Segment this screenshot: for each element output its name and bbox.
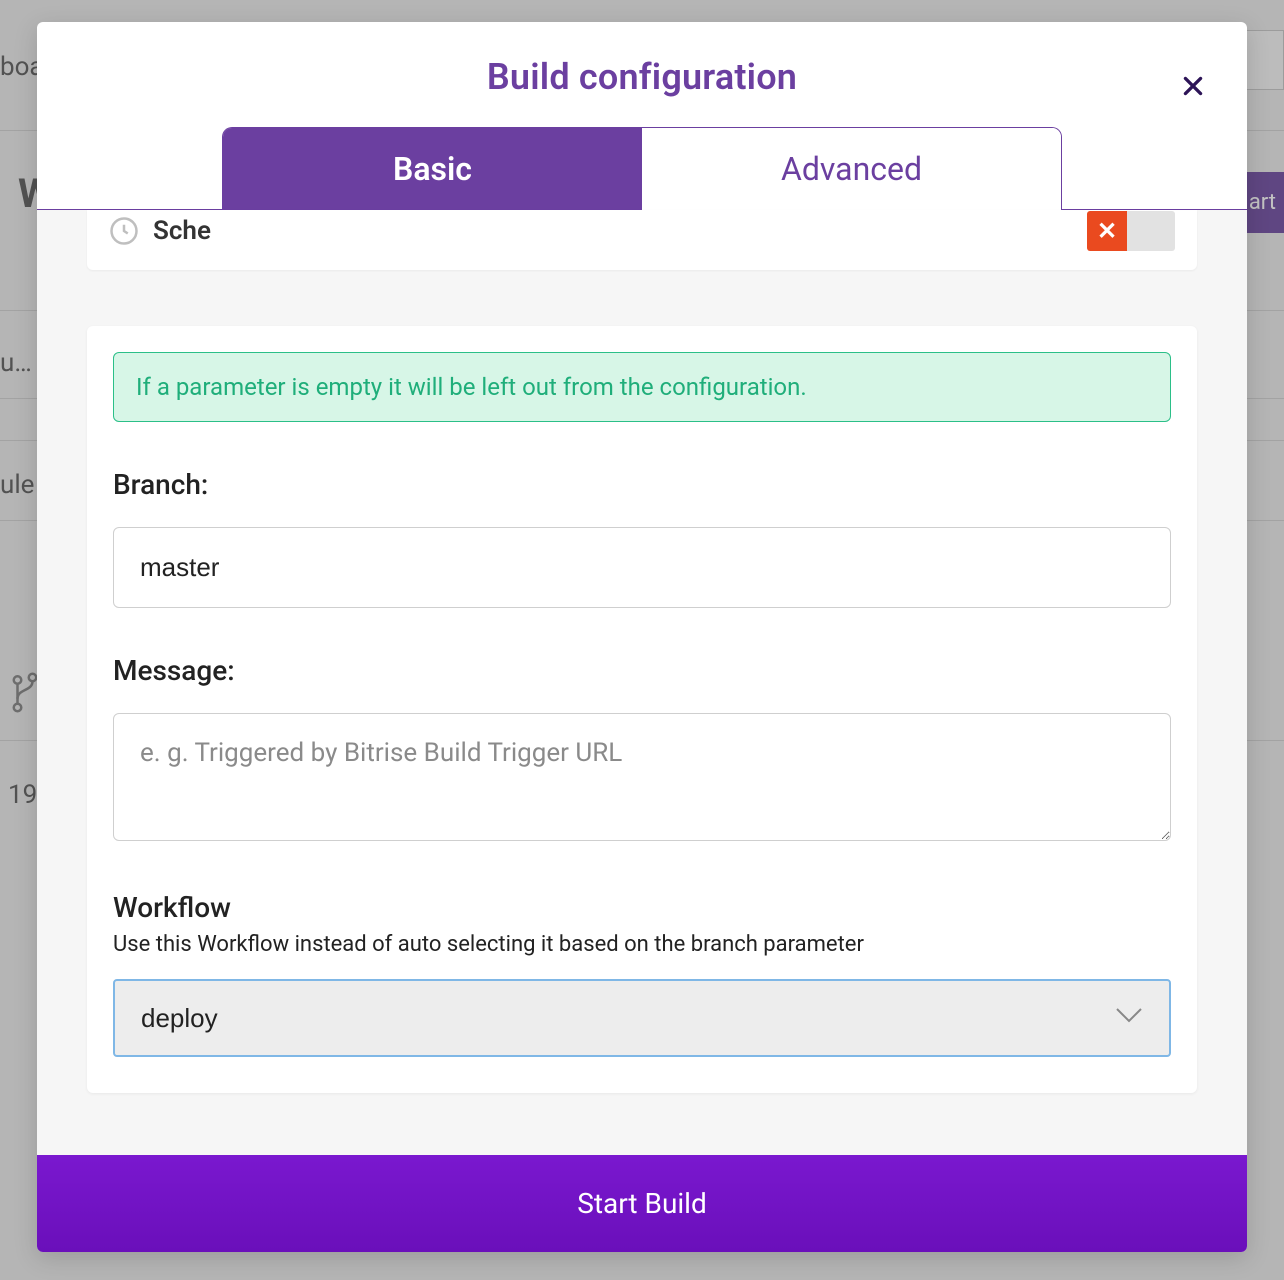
- modal-body: Sche ✕ If a parameter is empty it will b…: [37, 210, 1247, 1155]
- config-tabs: Basic Advanced: [222, 127, 1062, 210]
- toggle-track: [1127, 211, 1175, 251]
- modal-title: Build configuration: [77, 56, 1207, 98]
- message-input[interactable]: [113, 713, 1171, 841]
- workflow-label: Workflow: [113, 891, 1171, 924]
- modal-header: Build configuration Basic Advanced: [37, 22, 1247, 210]
- schedule-label: Sche: [153, 216, 211, 246]
- tab-basic[interactable]: Basic: [223, 128, 642, 210]
- schedule-left: Sche: [109, 216, 211, 246]
- workflow-field: Workflow Use this Workflow instead of au…: [113, 891, 1171, 1057]
- workflow-select[interactable]: deploy: [113, 979, 1171, 1057]
- form-panel: If a parameter is empty it will be left …: [87, 326, 1197, 1093]
- branch-field: Branch:: [113, 468, 1171, 608]
- info-banner: If a parameter is empty it will be left …: [113, 352, 1171, 422]
- branch-label: Branch:: [113, 468, 1171, 501]
- close-button[interactable]: [1173, 66, 1213, 106]
- toggle-off-icon: ✕: [1087, 211, 1127, 251]
- tab-advanced[interactable]: Advanced: [642, 128, 1061, 210]
- schedule-strip: Sche ✕: [87, 210, 1197, 270]
- clock-icon: [109, 216, 139, 246]
- workflow-sublabel: Use this Workflow instead of auto select…: [113, 932, 1171, 957]
- start-build-button[interactable]: Start Build: [37, 1155, 1247, 1252]
- schedule-toggle[interactable]: ✕: [1087, 211, 1175, 251]
- message-field: Message:: [113, 654, 1171, 845]
- build-config-modal: Build configuration Basic Advanced: [37, 22, 1247, 1252]
- close-icon: [1180, 73, 1206, 99]
- workflow-select-wrap: deploy: [113, 979, 1171, 1057]
- modal-overlay: Build configuration Basic Advanced: [0, 0, 1284, 1280]
- branch-input[interactable]: [113, 527, 1171, 608]
- message-label: Message:: [113, 654, 1171, 687]
